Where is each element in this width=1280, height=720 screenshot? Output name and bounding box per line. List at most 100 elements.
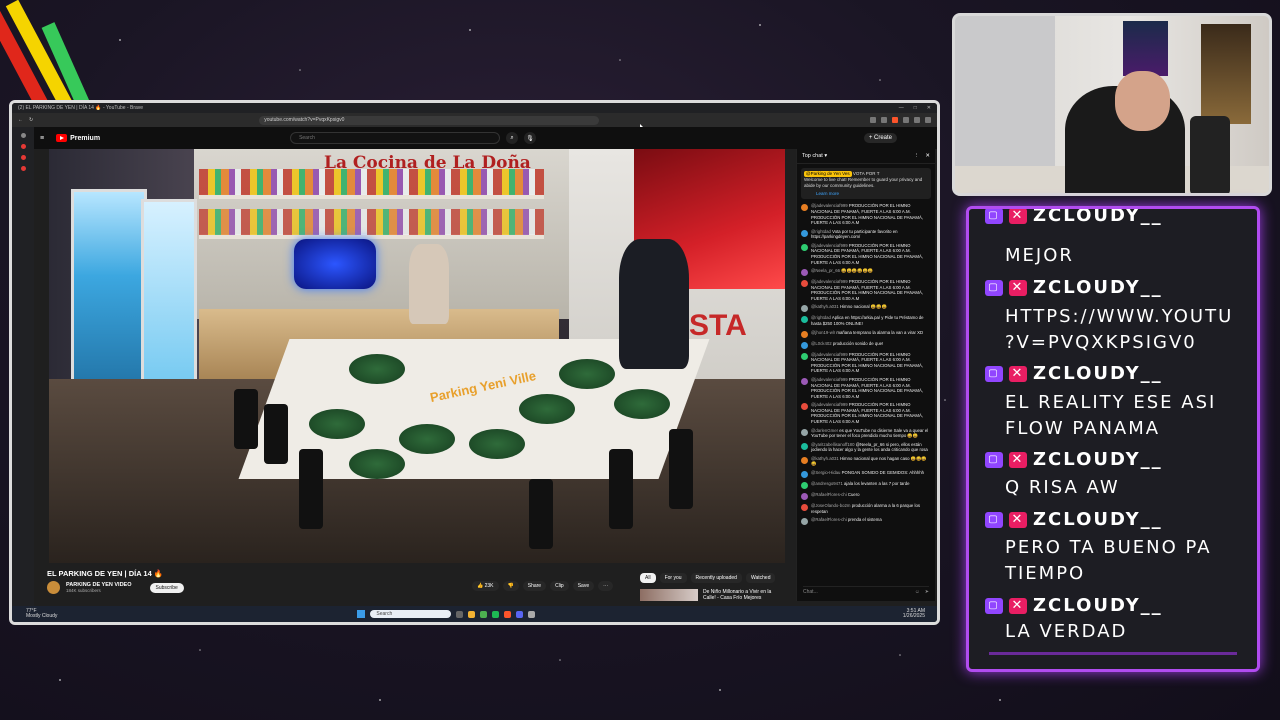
menu-icon[interactable] (925, 117, 931, 123)
chat-avatar[interactable] (801, 305, 808, 313)
dislike-button[interactable]: 👎 (502, 581, 519, 591)
chat-username[interactable]: @darlenGmer (811, 428, 838, 433)
twitch-badge-icon: ▢ (985, 209, 1003, 224)
chat-avatar[interactable] (801, 403, 808, 411)
hamburger-menu-icon[interactable]: ≡ (40, 135, 44, 142)
chat-username[interactable]: @yaritzabellisanoff180 (811, 442, 854, 447)
like-button[interactable]: 👍 23K (472, 581, 499, 591)
close-icon[interactable]: ✕ (927, 105, 931, 111)
sidebar-item-icon[interactable] (20, 133, 26, 138)
chat-avatar[interactable] (801, 482, 808, 490)
windows-start-icon[interactable] (357, 610, 366, 618)
task-view-icon[interactable] (456, 610, 464, 618)
video-player[interactable]: La Cocina de La Doña Parking Yeni Ville … (49, 149, 785, 563)
subscribe-button[interactable]: Subscribe (149, 582, 184, 593)
twitch-message-text: LA VERDAD (1005, 621, 1128, 642)
search-button[interactable]: ⌕ (506, 132, 519, 144)
chat-username[interactable]: @Sergio-Hidau (811, 470, 840, 475)
chat-avatar[interactable] (801, 204, 808, 212)
chat-username[interactable]: @Neela_pr_66 (811, 268, 840, 273)
spotify-icon[interactable] (492, 610, 500, 618)
chat-avatar[interactable] (801, 518, 808, 526)
url-field[interactable]: youtube.com/watch?v=PvqxKpsigv0 (259, 115, 600, 125)
chat-username[interactable]: @JoseOlando-bo2m (811, 503, 850, 508)
chrome-icon[interactable] (480, 610, 488, 618)
chat-username[interactable]: @kathyh.a031 (811, 304, 839, 309)
save-button[interactable]: Save (572, 581, 595, 591)
chat-username[interactable]: @jadevalenciaf999 (811, 243, 848, 248)
chat-username[interactable]: @jadevalenciaf999 (811, 352, 848, 357)
chat-avatar[interactable] (801, 341, 808, 349)
chat-username[interactable]: @kathyh.a031 (811, 456, 839, 461)
send-icon[interactable]: ➤ (925, 589, 929, 595)
chip-recently-uploaded[interactable]: Recently uploaded (690, 573, 742, 583)
chat-avatar[interactable] (801, 280, 808, 288)
sidebar-item-icon[interactable] (20, 166, 26, 171)
brave-shield-icon[interactable] (892, 117, 898, 123)
chat-username[interactable]: @rightdad (811, 229, 831, 234)
voice-search-button[interactable]: 🎙 (524, 132, 537, 144)
weather-widget[interactable]: 77°F Mostly Cloudy (26, 608, 57, 620)
sidebar-item-icon[interactable] (20, 155, 26, 160)
chat-avatar[interactable] (801, 504, 808, 512)
chat-username[interactable]: @RafaelFlores-chi (811, 517, 847, 522)
chip-all[interactable]: All (640, 573, 656, 583)
recommended-title: De Niño Millonario a Vivir en la Calle! … (703, 589, 772, 601)
chat-message-body: @jhon19-wlr mañana temprano la alarma la… (811, 330, 923, 338)
chat-options-icon[interactable]: ⋮ (914, 153, 920, 159)
scene-placemat (349, 449, 405, 479)
emoji-icon[interactable]: ☺ (915, 589, 920, 595)
discord-icon[interactable] (516, 610, 524, 618)
chat-input[interactable]: Chat... ☺ ➤ (803, 586, 929, 597)
chat-avatar[interactable] (801, 243, 808, 251)
chat-username[interactable]: @jadevalenciaf999 (811, 203, 848, 208)
reload-icon[interactable]: ↻ (29, 117, 33, 123)
chat-username[interactable]: @jhon19-wlr (811, 330, 835, 335)
brave-icon[interactable] (504, 610, 512, 618)
chat-username[interactable]: @andresgo9471 (811, 481, 843, 486)
search-input[interactable]: Search (290, 132, 501, 144)
back-icon[interactable]: ← (18, 117, 23, 123)
maximize-icon[interactable]: □ (914, 105, 917, 111)
extension-icon[interactable] (903, 117, 909, 123)
chat-avatar[interactable] (801, 428, 808, 436)
extension-icon[interactable] (870, 117, 876, 123)
taskbar-search[interactable]: Search (370, 610, 452, 618)
sidebar-item-icon[interactable] (20, 144, 26, 149)
chat-mode-dropdown[interactable]: Top chat ▾ (802, 153, 827, 159)
channel-avatar[interactable] (47, 581, 60, 594)
chat-avatar[interactable] (801, 456, 808, 464)
more-actions-button[interactable]: ⋯ (598, 581, 614, 591)
chip-for-you[interactable]: For you (659, 573, 687, 583)
share-button[interactable]: Share (522, 581, 547, 591)
chip-watched[interactable]: Watched (745, 573, 776, 583)
chat-avatar[interactable] (801, 442, 808, 450)
chat-message-body: @rightdad Aplica en https://arkia.pa/ y … (811, 315, 931, 326)
create-button[interactable]: + Create (863, 133, 897, 143)
file-explorer-icon[interactable] (468, 610, 476, 618)
chat-username[interactable]: @jadevalenciaf999 (811, 377, 848, 382)
chat-avatar[interactable] (801, 316, 808, 324)
chat-avatar[interactable] (801, 352, 808, 360)
youtube-logo[interactable]: Premium (56, 134, 100, 142)
minimize-icon[interactable]: — (899, 105, 904, 111)
recommended-video[interactable]: De Niño Millonario a Vivir en la Calle! … (640, 589, 773, 601)
clip-button[interactable]: Clip (550, 581, 569, 591)
extension-icon[interactable] (881, 117, 887, 123)
chat-username[interactable]: @RafaelFlores-chi (811, 492, 847, 497)
chat-avatar[interactable] (801, 377, 808, 385)
chat-close-icon[interactable]: ✕ (925, 153, 930, 159)
learn-more-link[interactable]: Learn more (804, 191, 928, 197)
taskbar-clock[interactable]: 3:51 AM 1/26/2025 (903, 608, 925, 620)
chat-avatar[interactable] (801, 330, 808, 338)
chat-avatar[interactable] (801, 471, 808, 479)
chat-avatar[interactable] (801, 229, 808, 237)
obs-icon[interactable] (528, 610, 536, 618)
chat-username[interactable]: @jadevalenciaf999 (811, 402, 848, 407)
chat-avatar[interactable] (801, 269, 808, 277)
chat-avatar[interactable] (801, 493, 808, 501)
extension-icon[interactable] (914, 117, 920, 123)
chat-username[interactable]: @L0ck402 (811, 341, 832, 346)
chat-username[interactable]: @rightdad (811, 315, 831, 320)
chat-username[interactable]: @jadevalenciaf999 (811, 279, 848, 284)
